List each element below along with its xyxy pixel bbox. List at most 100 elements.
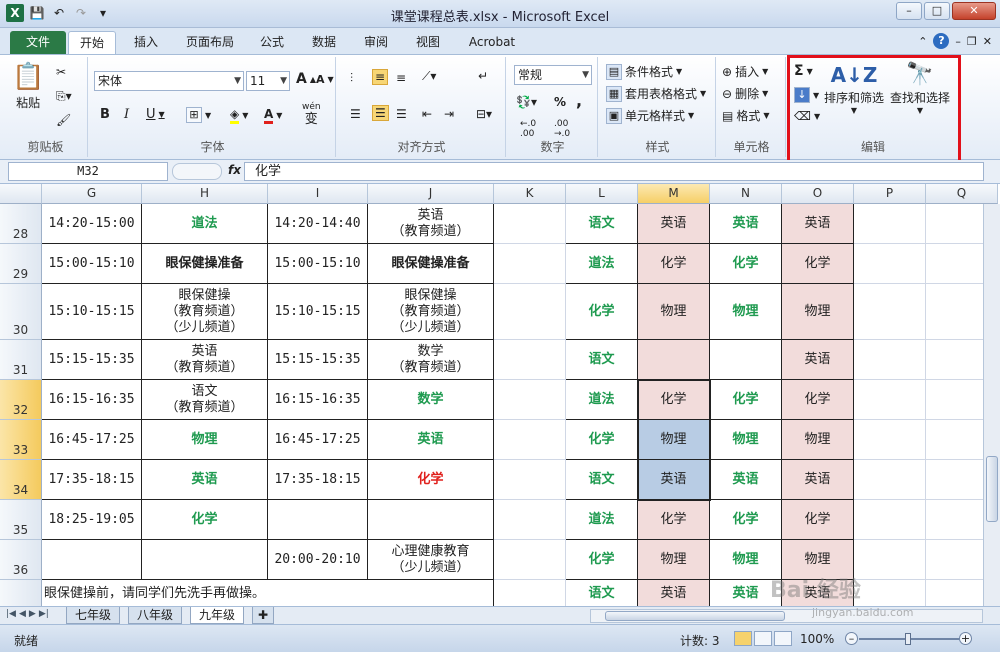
tab-page-layout[interactable]: 页面布局 [178,31,242,54]
row-header[interactable]: 28 [0,204,42,244]
zoom-knob[interactable] [905,633,911,645]
delete-cells-button[interactable]: ⊖ 删除 ▼ [722,85,768,102]
zoom-slider[interactable]: – + [845,631,973,647]
comma-button[interactable]: , [576,91,582,110]
cell-I33[interactable]: 16:45-17:25 [268,420,368,460]
column-header[interactable]: K [494,184,566,204]
copy-icon[interactable]: ⎘▾ [56,89,72,104]
cell-G36[interactable] [42,540,142,580]
align-left-icon[interactable]: ☰ [350,107,361,121]
cell-L32[interactable]: 道法 [566,380,638,420]
tab-insert[interactable]: 插入 [124,31,168,54]
percent-button[interactable]: % [554,95,566,109]
cell-M37[interactable]: 英语 [638,580,710,606]
maximize-button[interactable]: □ [924,2,950,20]
doc-restore-icon[interactable]: ❐ [967,35,977,48]
cell-J33[interactable]: 英语 [368,420,494,460]
row-header[interactable]: 32 [0,380,42,420]
cell-P34[interactable] [854,460,926,500]
format-as-table-button[interactable]: ▦ 套用表格格式 ▼ [606,85,706,102]
cell-J30[interactable]: 眼保健操 （教育频道） （少儿频道） [368,284,494,340]
page-layout-view-icon[interactable] [754,631,772,646]
phonetic-guide-button[interactable]: wén 变 [302,103,321,127]
cell-H30[interactable]: 眼保健操 （教育频道） （少儿频道） [142,284,268,340]
column-header[interactable]: P [854,184,926,204]
decrease-indent-icon[interactable]: ⇤ [422,107,432,121]
cell-P36[interactable] [854,540,926,580]
scroll-thumb[interactable] [605,611,785,621]
tab-review[interactable]: 审阅 [356,31,396,54]
cell-P33[interactable] [854,420,926,460]
tab-home[interactable]: 开始 [68,31,116,54]
align-top-icon[interactable]: ⫶ [350,71,353,86]
cell-M34[interactable]: 英语 [638,460,710,500]
column-header[interactable]: Q [926,184,998,204]
cell-L29[interactable]: 道法 [566,244,638,284]
cell-H28[interactable]: 道法 [142,204,268,244]
fill-color-button[interactable]: ◈ ▼ [230,107,248,124]
cell-I35[interactable] [268,500,368,540]
column-header[interactable]: J [368,184,494,204]
tab-acrobat[interactable]: Acrobat [462,31,522,54]
format-cells-button[interactable]: ▤ 格式 ▼ [722,107,770,124]
sheet-tab-active[interactable]: 九年级 [190,607,245,624]
cell-I34[interactable]: 17:35-18:15 [268,460,368,500]
cell-M36[interactable]: 物理 [638,540,710,580]
cell-G32[interactable]: 16:15-16:35 [42,380,142,420]
column-header[interactable]: I [268,184,368,204]
row-header[interactable]: 31 [0,340,42,380]
align-center-icon[interactable]: ☰ [372,105,389,121]
cell-L36[interactable]: 化学 [566,540,638,580]
cell-M31[interactable] [638,340,710,380]
cell-H33[interactable]: 物理 [142,420,268,460]
cell-K35[interactable] [494,500,566,540]
conditional-formatting-button[interactable]: ▤ 条件格式 ▼ [606,63,682,80]
cell-N28[interactable]: 英语 [710,204,782,244]
cell-L34[interactable]: 语文 [566,460,638,500]
cell-G29[interactable]: 15:00-15:10 [42,244,142,284]
cell-I28[interactable]: 14:20-14:40 [268,204,368,244]
column-header[interactable]: N [710,184,782,204]
row-header[interactable]: 34 [0,460,42,500]
new-sheet-icon[interactable]: ✚ [252,607,275,624]
tab-formulas[interactable]: 公式 [252,31,292,54]
cell-O35[interactable]: 化学 [782,500,854,540]
formula-bar-splitter[interactable] [172,163,222,180]
cell-H35[interactable]: 化学 [142,500,268,540]
cell-I30[interactable]: 15:10-15:15 [268,284,368,340]
column-header[interactable]: H [142,184,268,204]
cell-L35[interactable]: 道法 [566,500,638,540]
underline-button[interactable]: U ▼ [146,107,165,122]
align-middle-icon[interactable]: ≡ [372,69,389,85]
insert-function-icon[interactable]: fx [228,163,241,177]
cell-K32[interactable] [494,380,566,420]
align-right-icon[interactable]: ☰ [396,107,407,121]
help-icon[interactable]: ? [933,33,950,49]
cell-J28[interactable]: 英语 （教育频道） [368,204,494,244]
cell-J35[interactable] [368,500,494,540]
cell-L33[interactable]: 化学 [566,420,638,460]
cell-G34[interactable]: 17:35-18:15 [42,460,142,500]
zoom-level[interactable]: 100% [800,632,834,646]
column-header[interactable]: M [638,184,710,204]
increase-decimal-icon[interactable]: ←.0.00 [520,119,536,139]
column-header[interactable]: L [566,184,638,204]
cell-M32[interactable]: 化学 [638,380,710,420]
cell-M29[interactable]: 化学 [638,244,710,284]
cell-L37[interactable]: 语文 [566,580,638,606]
paste-button[interactable]: 📋 粘贴 [12,63,44,111]
cell-K28[interactable] [494,204,566,244]
page-break-view-icon[interactable] [774,631,792,646]
cell-I29[interactable]: 15:00-15:10 [268,244,368,284]
name-box[interactable]: M32 [8,162,168,181]
cell-N30[interactable]: 物理 [710,284,782,340]
formula-input[interactable]: 化学 [244,162,984,181]
row-header[interactable]: 30 [0,284,42,340]
tab-file[interactable]: 文件 [10,31,66,54]
cell-P35[interactable] [854,500,926,540]
cell-L28[interactable]: 语文 [566,204,638,244]
cell-O29[interactable]: 化学 [782,244,854,284]
cell-O34[interactable]: 英语 [782,460,854,500]
cell-M30[interactable]: 物理 [638,284,710,340]
cell-J31[interactable]: 数学 （教育频道） [368,340,494,380]
